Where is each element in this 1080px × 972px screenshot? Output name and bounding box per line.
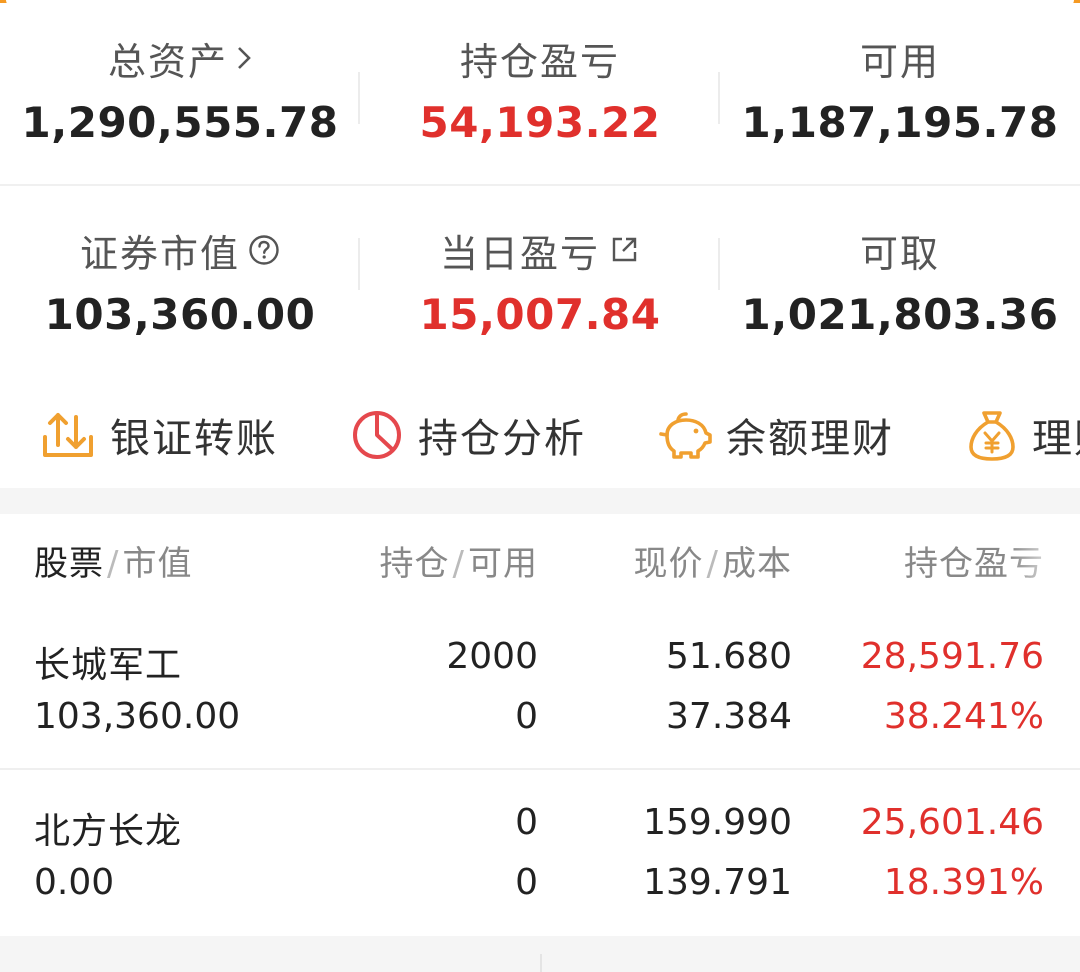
- shortcut-label: 余额理财: [726, 416, 894, 462]
- table-row[interactable]: 北方长龙 0.00 0 0 159.990 139.791 25,601.46 …: [0, 802, 1080, 922]
- summary-row-1: 总资产 1,290,555.78 持仓盈亏 54,193.22 可用 1,187…: [0, 30, 1080, 180]
- position-pnl-label: 持仓盈亏: [459, 39, 620, 84]
- stock-name: 长城军工: [34, 645, 183, 686]
- holdings-table-header: 股票/市值 持仓/可用 现价/成本 持仓盈亏: [0, 536, 1080, 586]
- daily-pnl-cell[interactable]: 当日盈亏 15,007.84: [360, 222, 720, 372]
- total-assets-cell[interactable]: 总资产 1,290,555.78: [0, 30, 360, 180]
- section-divider: [0, 184, 1080, 186]
- available-cell: 可用 1,187,195.78: [720, 30, 1080, 180]
- stock-cost: 37.384: [666, 696, 792, 737]
- shortcut-position-analysis[interactable]: 持仓分析: [350, 398, 586, 472]
- stock-pnl-pct: 38.241%: [883, 696, 1044, 737]
- header-price[interactable]: 现价/成本: [634, 536, 792, 585]
- stock-cost: 139.791: [643, 862, 792, 903]
- securities-value-label: 证券市值: [79, 231, 240, 276]
- pie-chart-icon: [353, 411, 401, 459]
- shortcut-balance-wealth[interactable]: 余额理财: [658, 398, 894, 472]
- shortcut-bar: 银证转账 持仓分析 余额理财 理财: [0, 398, 1080, 472]
- shortcut-label: 银证转账: [110, 416, 278, 462]
- position-pnl-cell: 持仓盈亏 54,193.22: [360, 30, 720, 180]
- stock-market-value: 0.00: [34, 862, 115, 903]
- total-assets-label: 总资产: [107, 39, 228, 84]
- stock-position: 2000: [446, 636, 538, 677]
- withdrawable-label: 可取: [859, 231, 940, 276]
- header-fade: [1010, 536, 1080, 586]
- stock-name: 北方长龙: [34, 811, 183, 852]
- daily-pnl-value: 15,007.84: [419, 290, 661, 339]
- securities-value-cell: 证券市值 103,360.00: [0, 222, 360, 372]
- header-position[interactable]: 持仓/可用: [380, 536, 538, 585]
- securities-value-value: 103,360.00: [44, 290, 316, 339]
- withdrawable-cell: 可取 1,021,803.36: [720, 222, 1080, 372]
- shortcut-bank-transfer[interactable]: 银证转账: [40, 398, 278, 472]
- table-row[interactable]: 长城军工 103,360.00 2000 0 51.680 37.384 28,…: [0, 636, 1080, 756]
- stock-available: 0: [515, 862, 538, 903]
- money-bag-icon: [969, 411, 1015, 461]
- available-label: 可用: [859, 39, 940, 84]
- stock-pnl: 28,591.76: [860, 636, 1044, 677]
- daily-pnl-label: 当日盈亏: [439, 231, 600, 276]
- available-value: 1,187,195.78: [741, 98, 1059, 147]
- stock-pnl: 25,601.46: [860, 802, 1044, 843]
- transfer-icon: [43, 413, 93, 457]
- total-assets-value: 1,290,555.78: [21, 98, 339, 147]
- stock-available: 0: [515, 696, 538, 737]
- withdrawable-value: 1,021,803.36: [741, 290, 1059, 339]
- row-divider: [0, 768, 1080, 770]
- shortcut-label: 持仓分析: [418, 416, 586, 462]
- stock-price: 159.990: [643, 802, 792, 843]
- shortcut-wealth[interactable]: 理财: [966, 398, 1080, 472]
- header-stock[interactable]: 股票/市值: [34, 536, 192, 585]
- external-link-icon: [612, 237, 637, 262]
- help-circle-icon[interactable]: [248, 234, 280, 266]
- stock-price: 51.680: [666, 636, 792, 677]
- section-gap: [0, 488, 1080, 514]
- shortcut-label: 理财: [1032, 416, 1080, 462]
- summary-row-2: 证券市值 103,360.00 当日盈亏 15,007.84 可取 1,021,…: [0, 222, 1080, 372]
- position-pnl-value: 54,193.22: [419, 98, 661, 147]
- stock-market-value: 103,360.00: [34, 696, 241, 737]
- piggy-bank-icon: [659, 412, 712, 459]
- divider: [540, 954, 542, 972]
- stock-position: 0: [515, 802, 538, 843]
- chevron-right-icon: [238, 47, 251, 69]
- bottom-toolbar-edge: [0, 936, 1080, 972]
- stock-pnl-pct: 18.391%: [883, 862, 1044, 903]
- top-card-edge: [6, 0, 1074, 6]
